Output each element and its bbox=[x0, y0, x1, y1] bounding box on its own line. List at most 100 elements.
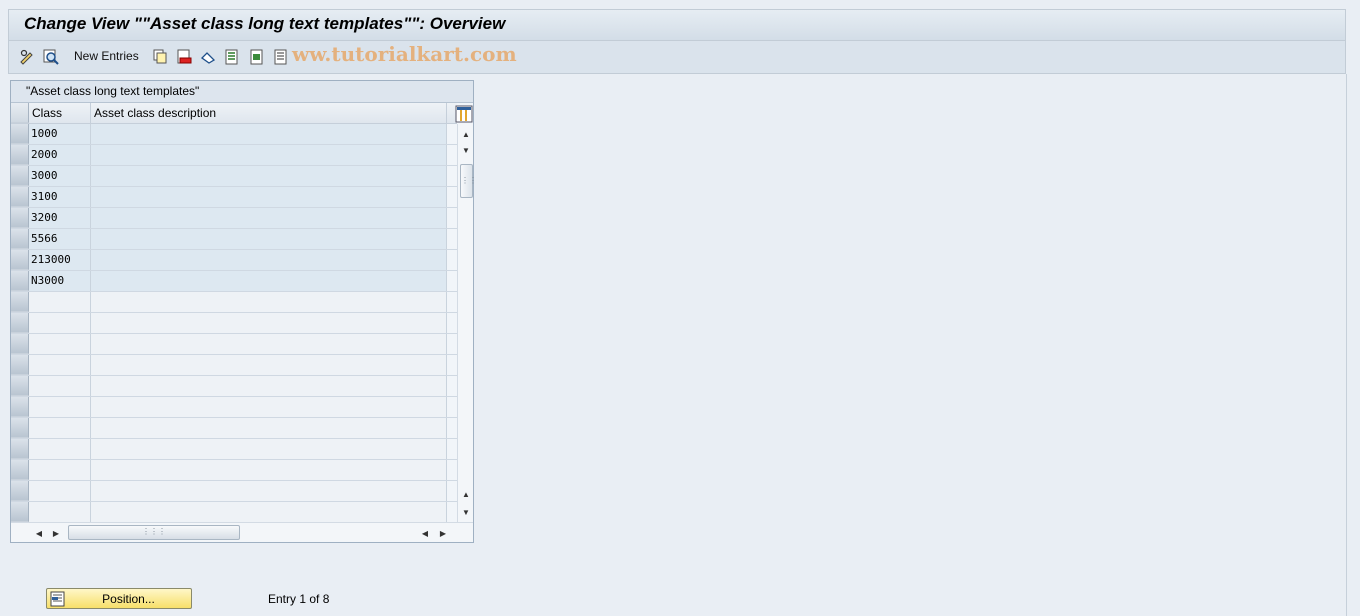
table-row bbox=[11, 292, 457, 313]
table-settings-icon[interactable] bbox=[455, 105, 473, 123]
table-row: 3100 bbox=[11, 187, 457, 208]
description-cell[interactable] bbox=[91, 166, 447, 186]
row-selector[interactable] bbox=[11, 481, 29, 501]
description-cell bbox=[91, 418, 447, 438]
row-selector[interactable] bbox=[11, 439, 29, 459]
table-row bbox=[11, 376, 457, 397]
class-cell bbox=[29, 460, 91, 480]
scroll-up-icon[interactable]: ▲ bbox=[458, 126, 474, 142]
page-title: Change View ""Asset class long text temp… bbox=[24, 14, 506, 33]
description-cell[interactable] bbox=[91, 250, 447, 270]
class-cell bbox=[29, 439, 91, 459]
horizontal-scrollbar[interactable]: ◀ ▶ ⋮⋮⋮ ◀ ▶ bbox=[11, 522, 473, 542]
table-row bbox=[11, 439, 457, 460]
row-selector[interactable] bbox=[11, 292, 29, 312]
row-selector[interactable] bbox=[11, 271, 29, 291]
description-cell[interactable] bbox=[91, 124, 447, 144]
page-down-icon[interactable]: ▼ bbox=[458, 142, 474, 158]
table-row: 3200 bbox=[11, 208, 457, 229]
description-cell[interactable] bbox=[91, 271, 447, 291]
class-cell bbox=[29, 397, 91, 417]
row-selector[interactable] bbox=[11, 502, 29, 522]
horizontal-scroll-thumb[interactable]: ⋮⋮⋮ bbox=[68, 525, 240, 540]
row-selector[interactable] bbox=[11, 208, 29, 228]
row-selector[interactable] bbox=[11, 376, 29, 396]
select-all-icon[interactable] bbox=[224, 49, 240, 65]
table-row bbox=[11, 460, 457, 481]
description-cell bbox=[91, 502, 447, 522]
class-cell[interactable]: 2000 bbox=[29, 145, 91, 165]
table-row: N3000 bbox=[11, 271, 457, 292]
scroll-right-end-icon[interactable]: ▶ bbox=[435, 525, 451, 541]
edit-glasses-icon[interactable] bbox=[19, 49, 35, 65]
class-cell[interactable]: 3100 bbox=[29, 187, 91, 207]
class-cell[interactable]: N3000 bbox=[29, 271, 91, 291]
vertical-scroll-thumb[interactable]: ⋮⋮ bbox=[460, 164, 477, 198]
column-header-class[interactable]: Class bbox=[29, 103, 91, 123]
position-icon bbox=[50, 591, 66, 607]
description-cell bbox=[91, 334, 447, 354]
row-selector[interactable] bbox=[11, 355, 29, 375]
description-cell[interactable] bbox=[91, 208, 447, 228]
row-selector[interactable] bbox=[11, 166, 29, 186]
row-selector[interactable] bbox=[11, 229, 29, 249]
table-control: "Asset class long text templates" Class … bbox=[10, 80, 477, 543]
table-row: 5566 bbox=[11, 229, 457, 250]
description-cell[interactable] bbox=[91, 229, 447, 249]
undo-icon[interactable] bbox=[200, 49, 216, 65]
class-cell[interactable]: 3200 bbox=[29, 208, 91, 228]
row-selector[interactable] bbox=[11, 334, 29, 354]
description-cell[interactable] bbox=[91, 145, 447, 165]
search-icon[interactable] bbox=[43, 49, 59, 65]
select-block-icon[interactable] bbox=[249, 49, 265, 65]
table-row: 3000 bbox=[11, 166, 457, 187]
vertical-scrollbar[interactable]: ▲ ▼ ⋮⋮ ▲ ▼ bbox=[457, 124, 477, 522]
table-row bbox=[11, 418, 457, 439]
new-entries-button[interactable]: New Entries bbox=[74, 49, 139, 63]
table-row bbox=[11, 502, 457, 523]
description-cell bbox=[91, 460, 447, 480]
class-cell bbox=[29, 502, 91, 522]
select-all-rows-button[interactable] bbox=[11, 103, 29, 123]
row-selector[interactable] bbox=[11, 418, 29, 438]
description-cell[interactable] bbox=[91, 187, 447, 207]
scroll-left-end-icon[interactable]: ◀ bbox=[417, 525, 433, 541]
table-row bbox=[11, 334, 457, 355]
class-cell[interactable]: 213000 bbox=[29, 250, 91, 270]
row-selector[interactable] bbox=[11, 124, 29, 144]
scroll-right-icon[interactable]: ▶ bbox=[48, 525, 64, 541]
row-selector[interactable] bbox=[11, 187, 29, 207]
description-cell bbox=[91, 355, 447, 375]
table-row: 1000 bbox=[11, 124, 457, 145]
delete-icon[interactable] bbox=[176, 49, 192, 65]
row-selector[interactable] bbox=[11, 460, 29, 480]
entry-counter: Entry 1 of 8 bbox=[268, 592, 330, 606]
scroll-down-icon[interactable]: ▼ bbox=[458, 504, 474, 520]
row-selector[interactable] bbox=[11, 313, 29, 333]
class-cell[interactable]: 5566 bbox=[29, 229, 91, 249]
table-row bbox=[11, 397, 457, 418]
page-up-icon[interactable]: ▲ bbox=[458, 486, 474, 502]
description-cell bbox=[91, 397, 447, 417]
table-row: 213000 bbox=[11, 250, 457, 271]
class-cell[interactable]: 1000 bbox=[29, 124, 91, 144]
class-cell bbox=[29, 481, 91, 501]
title-bar: Change View ""Asset class long text temp… bbox=[8, 9, 1346, 40]
application-toolbar: New Entries ww.tutorialkart.com bbox=[8, 40, 1346, 74]
class-cell[interactable]: 3000 bbox=[29, 166, 91, 186]
deselect-icon[interactable] bbox=[273, 49, 289, 65]
row-selector[interactable] bbox=[11, 145, 29, 165]
table-row: 2000 bbox=[11, 145, 457, 166]
class-cell bbox=[29, 292, 91, 312]
scroll-left-icon[interactable]: ◀ bbox=[31, 525, 47, 541]
table-row bbox=[11, 481, 457, 502]
column-header-description[interactable]: Asset class description bbox=[91, 103, 447, 123]
copy-icon[interactable] bbox=[152, 49, 168, 65]
class-cell bbox=[29, 313, 91, 333]
description-cell bbox=[91, 376, 447, 396]
class-cell bbox=[29, 418, 91, 438]
class-cell bbox=[29, 355, 91, 375]
position-button[interactable]: Position... bbox=[46, 588, 192, 609]
row-selector[interactable] bbox=[11, 250, 29, 270]
row-selector[interactable] bbox=[11, 397, 29, 417]
